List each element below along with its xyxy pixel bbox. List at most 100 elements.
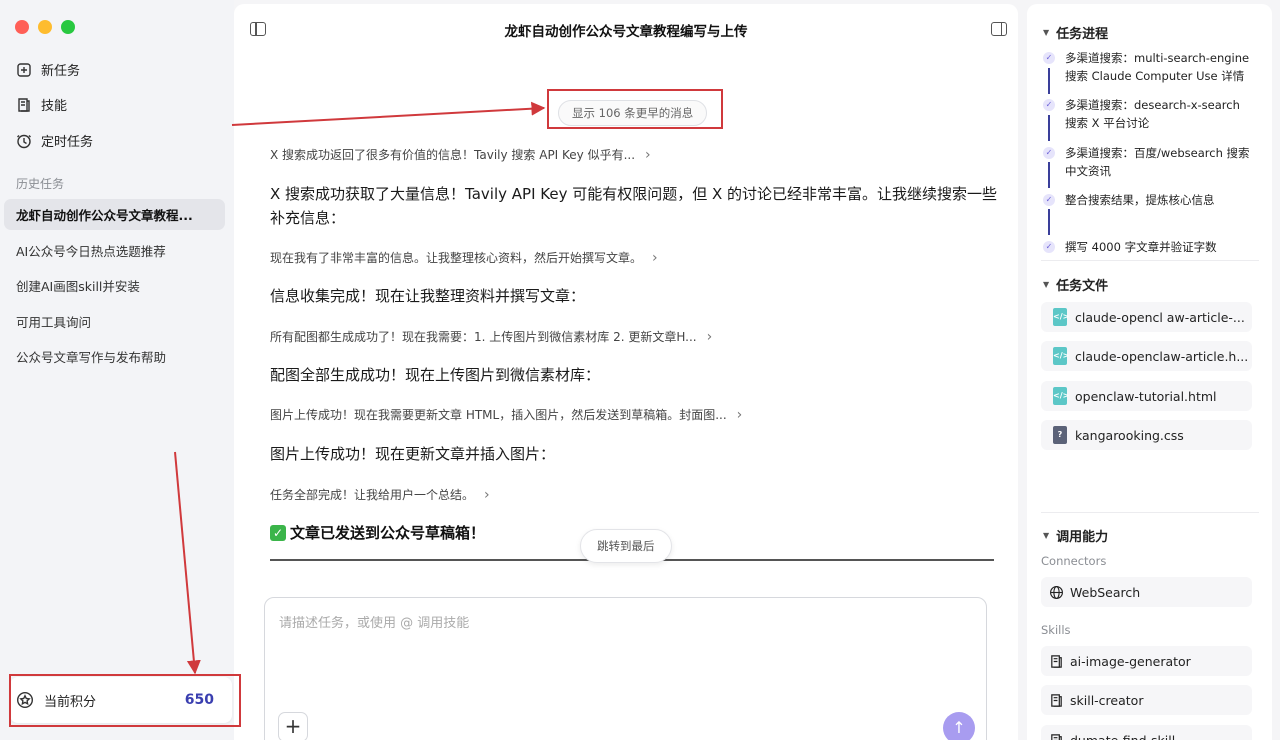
- toggle-right-panel-icon[interactable]: [991, 22, 1007, 36]
- collapsed-message-text: 图片上传成功！现在我需要更新文章 HTML，插入图片，然后发送到草稿箱。封面图.…: [270, 408, 727, 422]
- file-name: kangarooking.css: [1075, 427, 1184, 443]
- chevron-right-icon: ›: [645, 146, 651, 163]
- final-message-text: 文章已发送到公众号草稿箱！: [290, 524, 486, 542]
- skills-label: Skills: [1041, 623, 1071, 637]
- history-section-label: 历史任务: [16, 177, 65, 191]
- jump-to-latest-button[interactable]: 跳转到最后: [580, 529, 672, 563]
- assistant-message: 图片上传成功！现在更新文章并插入图片：: [270, 445, 556, 463]
- collapsed-message[interactable]: 任务全部完成！让我给用户一个总结。 ›: [270, 486, 490, 503]
- connectors-label: Connectors: [1041, 554, 1107, 568]
- progress-step-detail: 搜索 Claude Computer Use 详情: [1065, 69, 1245, 83]
- progress-step-title: 多渠道搜索：multi-search-engine: [1065, 51, 1250, 65]
- collapse-triangle-icon: ▼: [1043, 531, 1050, 540]
- minimize-window-button[interactable]: [38, 20, 52, 34]
- assistant-message: X 搜索成功获取了大量信息！Tavily API Key 可能有权限问题，但 X…: [270, 185, 998, 227]
- assistant-message: 配图全部生成成功！现在上传图片到微信素材库：: [270, 366, 601, 384]
- progress-step-title: 多渠道搜索：百度/websearch 搜索: [1065, 146, 1250, 160]
- history-item[interactable]: 创建AI画图skill并安装: [4, 270, 225, 301]
- globe-icon: [1050, 585, 1063, 599]
- history-item[interactable]: AI公众号今日热点选题推荐: [4, 235, 225, 266]
- file-item[interactable]: </> claude-opencl aw-article-...: [1041, 302, 1252, 332]
- nav-scheduled-tasks[interactable]: 定时任务: [16, 131, 93, 150]
- history-item[interactable]: 可用工具询问: [4, 306, 225, 337]
- nav-scheduled-tasks-label: 定时任务: [41, 135, 94, 150]
- chevron-right-icon: ›: [484, 486, 490, 503]
- capabilities-section-header[interactable]: ▼ 调用能力: [1043, 526, 1108, 545]
- progress-step: ✓ 整合搜索结果，提炼核心信息: [1043, 191, 1215, 209]
- connector-item[interactable]: WebSearch: [1041, 577, 1252, 607]
- task-input[interactable]: [279, 616, 959, 631]
- file-name: claude-openclaw-article.h...: [1075, 348, 1249, 364]
- progress-connector: [1048, 209, 1050, 235]
- skill-item[interactable]: skill-creator: [1041, 685, 1252, 715]
- skill-name: ai-image-generator: [1070, 653, 1191, 669]
- progress-step-title: 整合搜索结果，提炼核心信息: [1065, 193, 1215, 207]
- capabilities-section-title: 调用能力: [1056, 530, 1109, 545]
- file-name: claude-opencl aw-article-...: [1075, 309, 1245, 325]
- badge-icon: [16, 691, 34, 709]
- chevron-right-icon: ›: [736, 406, 743, 423]
- skill-item[interactable]: ai-image-generator: [1041, 646, 1252, 676]
- progress-section-title: 任务进程: [1056, 27, 1109, 42]
- skills-icon: [18, 97, 30, 112]
- file-item[interactable]: </> claude-openclaw-article.h...: [1041, 341, 1252, 371]
- collapsed-message[interactable]: 图片上传成功！现在我需要更新文章 HTML，插入图片，然后发送到草稿箱。封面图.…: [270, 406, 742, 423]
- html-file-icon: </>: [1053, 387, 1069, 405]
- collapse-triangle-icon: ▼: [1043, 280, 1050, 289]
- progress-step: ✓ 多渠道搜索：desearch-x-search 搜索 X 平台讨论: [1043, 96, 1240, 132]
- final-message-heading: ✓ 文章已发送到公众号草稿箱！: [270, 522, 485, 543]
- skill-item[interactable]: dumate-find-skill: [1041, 725, 1252, 740]
- progress-step-detail: 中文资讯: [1065, 164, 1111, 178]
- scroll-icon: [1051, 733, 1062, 740]
- check-icon: ✓: [1043, 52, 1055, 64]
- check-icon: ✓: [1043, 147, 1055, 159]
- collapsed-message[interactable]: 现在我有了非常丰富的信息。让我整理核心资料，然后开始撰写文章。 ›: [270, 249, 658, 266]
- skill-name: skill-creator: [1070, 692, 1144, 708]
- assistant-message: 信息收集完成！现在让我整理资料并撰写文章：: [270, 287, 586, 305]
- progress-step: ✓ 多渠道搜索：百度/websearch 搜索 中文资讯: [1043, 144, 1250, 180]
- nav-skills[interactable]: 技能: [16, 95, 67, 114]
- progress-step: ✓ 多渠道搜索：multi-search-engine 搜索 Claude Com…: [1043, 49, 1249, 85]
- history-item[interactable]: 公众号文章写作与发布帮助: [4, 341, 225, 372]
- collapsed-message[interactable]: 所有配图都生成成功了！现在我需要：1. 上传图片到微信素材库 2. 更新文章H.…: [270, 328, 712, 345]
- close-window-button[interactable]: [15, 20, 29, 34]
- collapsed-message[interactable]: X 搜索成功返回了很多有价值的信息！Tavily 搜索 API Key 似乎有.…: [270, 146, 651, 163]
- check-icon: ✓: [1043, 241, 1055, 253]
- check-icon: ✓: [1043, 194, 1055, 206]
- chat-panel: 龙虾自动创作公众号文章教程编写与上传 显示 106 条更早的消息 X 搜索成功返…: [234, 4, 1018, 740]
- points-value: 650: [184, 692, 214, 708]
- sidebar: 新任务 技能 定时任务 历史任务 龙虾自动创作公众号文章教程... AI公众号今…: [0, 0, 234, 740]
- progress-step-title: 多渠道搜索：desearch-x-search: [1065, 98, 1240, 112]
- collapsed-message-text: 现在我有了非常丰富的信息。让我整理核心资料，然后开始撰写文章。: [270, 251, 643, 265]
- chat-header: 龙虾自动创作公众号文章教程编写与上传: [234, 4, 1018, 54]
- collapsed-message-text: 任务全部完成！让我给用户一个总结。: [270, 488, 475, 502]
- chevron-right-icon: ›: [706, 328, 713, 345]
- nav-new-task[interactable]: 新任务: [16, 60, 80, 79]
- file-item[interactable]: ? kangarooking.css: [1041, 420, 1252, 450]
- attach-button[interactable]: +: [278, 712, 308, 740]
- scroll-icon: [1051, 693, 1062, 707]
- progress-section-header[interactable]: ▼ 任务进程: [1043, 23, 1108, 42]
- annotation-highlight-box: [547, 89, 723, 129]
- skill-name: dumate-find-skill: [1070, 732, 1176, 740]
- progress-step-title: 撰写 4000 字文章并验证字数: [1065, 240, 1217, 254]
- section-divider: [1041, 260, 1259, 261]
- files-section-header[interactable]: ▼ 任务文件: [1043, 275, 1108, 294]
- points-card[interactable]: 当前积分 650: [10, 677, 232, 723]
- history-item-active[interactable]: 龙虾自动创作公众号文章教程...: [4, 199, 225, 230]
- nav-new-task-label: 新任务: [41, 64, 81, 79]
- send-button[interactable]: ↑: [943, 712, 975, 740]
- window-controls: [15, 20, 75, 34]
- maximize-window-button[interactable]: [61, 20, 75, 34]
- file-item[interactable]: </> openclaw-tutorial.html: [1041, 381, 1252, 411]
- html-file-icon: </>: [1053, 308, 1069, 326]
- scroll-icon: [1051, 654, 1062, 668]
- composer: + ↑: [264, 597, 987, 740]
- page-title: 龙虾自动创作公众号文章教程编写与上传: [504, 24, 748, 40]
- progress-step: ✓ 撰写 4000 字文章并验证字数: [1043, 238, 1217, 256]
- clock-icon: [17, 134, 31, 148]
- new-task-icon: [17, 62, 31, 77]
- check-icon: ✓: [1043, 99, 1055, 111]
- points-label: 当前积分: [44, 694, 97, 710]
- file-name: openclaw-tutorial.html: [1075, 388, 1217, 404]
